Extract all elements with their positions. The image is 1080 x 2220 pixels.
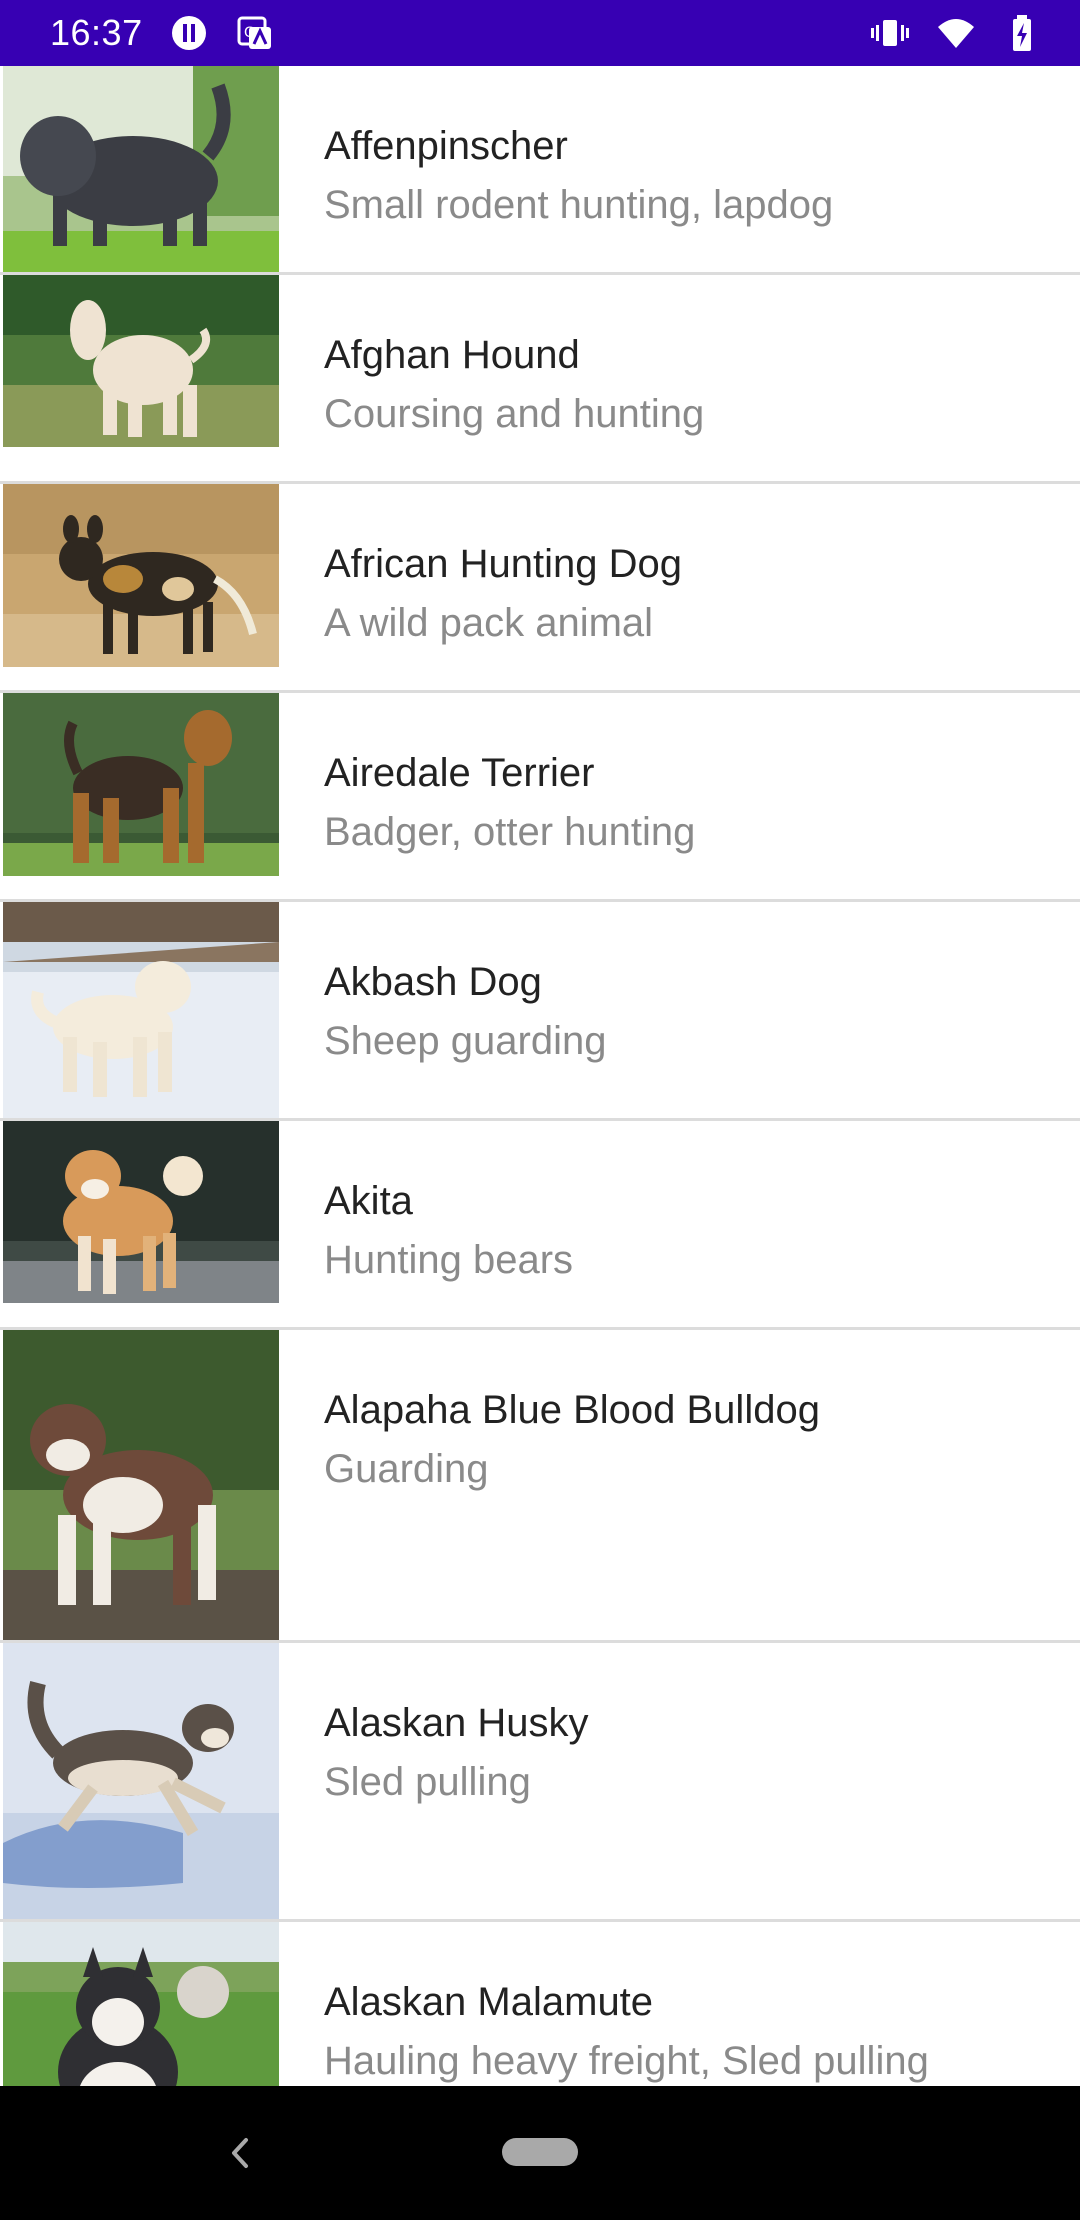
translate-icon: G bbox=[235, 13, 275, 53]
akita-photo bbox=[3, 1121, 279, 1303]
wifi-icon bbox=[936, 13, 976, 53]
breed-description: Sheep guarding bbox=[324, 1019, 607, 1063]
breed-description: Coursing and hunting bbox=[324, 392, 705, 436]
breed-name: Alapaha Blue Blood Bulldog bbox=[324, 1388, 820, 1432]
list-item[interactable]: African Hunting Dog A wild pack animal bbox=[0, 484, 1080, 693]
breed-name: Airedale Terrier bbox=[324, 751, 595, 795]
breed-name: Akbash Dog bbox=[324, 960, 542, 1004]
alapaha-blue-blood-bulldog-photo bbox=[3, 1330, 279, 1640]
media-pause-icon bbox=[169, 13, 209, 53]
afghan-hound-photo bbox=[3, 275, 279, 447]
vibrate-icon bbox=[870, 13, 910, 53]
battery-charging-icon bbox=[1002, 13, 1042, 53]
breed-description: Small rodent hunting, lapdog bbox=[324, 183, 834, 227]
airedale-terrier-photo bbox=[3, 693, 279, 876]
affenpinscher-photo bbox=[3, 66, 279, 272]
svg-text:G: G bbox=[244, 25, 255, 41]
breed-name: Afghan Hound bbox=[324, 333, 580, 377]
list-item[interactable]: Airedale Terrier Badger, otter hunting bbox=[0, 693, 1080, 902]
breed-description: Badger, otter hunting bbox=[324, 810, 696, 854]
alaskan-malamute-photo bbox=[3, 1922, 279, 2086]
breed-description: Guarding bbox=[324, 1447, 489, 1491]
list-item[interactable]: Alapaha Blue Blood Bulldog Guarding bbox=[0, 1330, 1080, 1643]
list-item[interactable]: Alaskan Malamute Hauling heavy freight, … bbox=[0, 1922, 1080, 2086]
home-pill[interactable] bbox=[502, 2138, 578, 2166]
breed-description: Hunting bears bbox=[324, 1238, 574, 1282]
list-item[interactable]: Afghan Hound Coursing and hunting bbox=[0, 275, 1080, 484]
list-item[interactable]: Akbash Dog Sheep guarding bbox=[0, 902, 1080, 1121]
list-item[interactable]: Affenpinscher Small rodent hunting, lapd… bbox=[0, 66, 1080, 275]
back-icon[interactable] bbox=[222, 2130, 258, 2176]
breed-name: Affenpinscher bbox=[324, 124, 568, 168]
akbash-dog-photo bbox=[3, 902, 279, 1118]
breed-name: African Hunting Dog bbox=[324, 542, 682, 586]
list-item[interactable]: Alaskan Husky Sled pulling bbox=[0, 1643, 1080, 1922]
alaskan-husky-photo bbox=[3, 1643, 279, 1919]
status-bar: 16:37 G bbox=[0, 0, 1080, 66]
breed-name: Alaskan Husky bbox=[324, 1701, 589, 1745]
african-hunting-dog-photo bbox=[3, 484, 279, 667]
breed-description: Hauling heavy freight, Sled pulling bbox=[324, 2039, 929, 2083]
breed-name: Akita bbox=[324, 1179, 413, 1223]
status-time: 16:37 bbox=[50, 12, 143, 53]
list-item[interactable]: Akita Hunting bears bbox=[0, 1121, 1080, 1330]
breed-list[interactable]: Affenpinscher Small rodent hunting, lapd… bbox=[0, 66, 1080, 2086]
breed-description: Sled pulling bbox=[324, 1760, 531, 1804]
breed-description: A wild pack animal bbox=[324, 601, 654, 645]
navigation-bar bbox=[0, 2086, 1080, 2220]
breed-name: Alaskan Malamute bbox=[324, 1980, 654, 2024]
